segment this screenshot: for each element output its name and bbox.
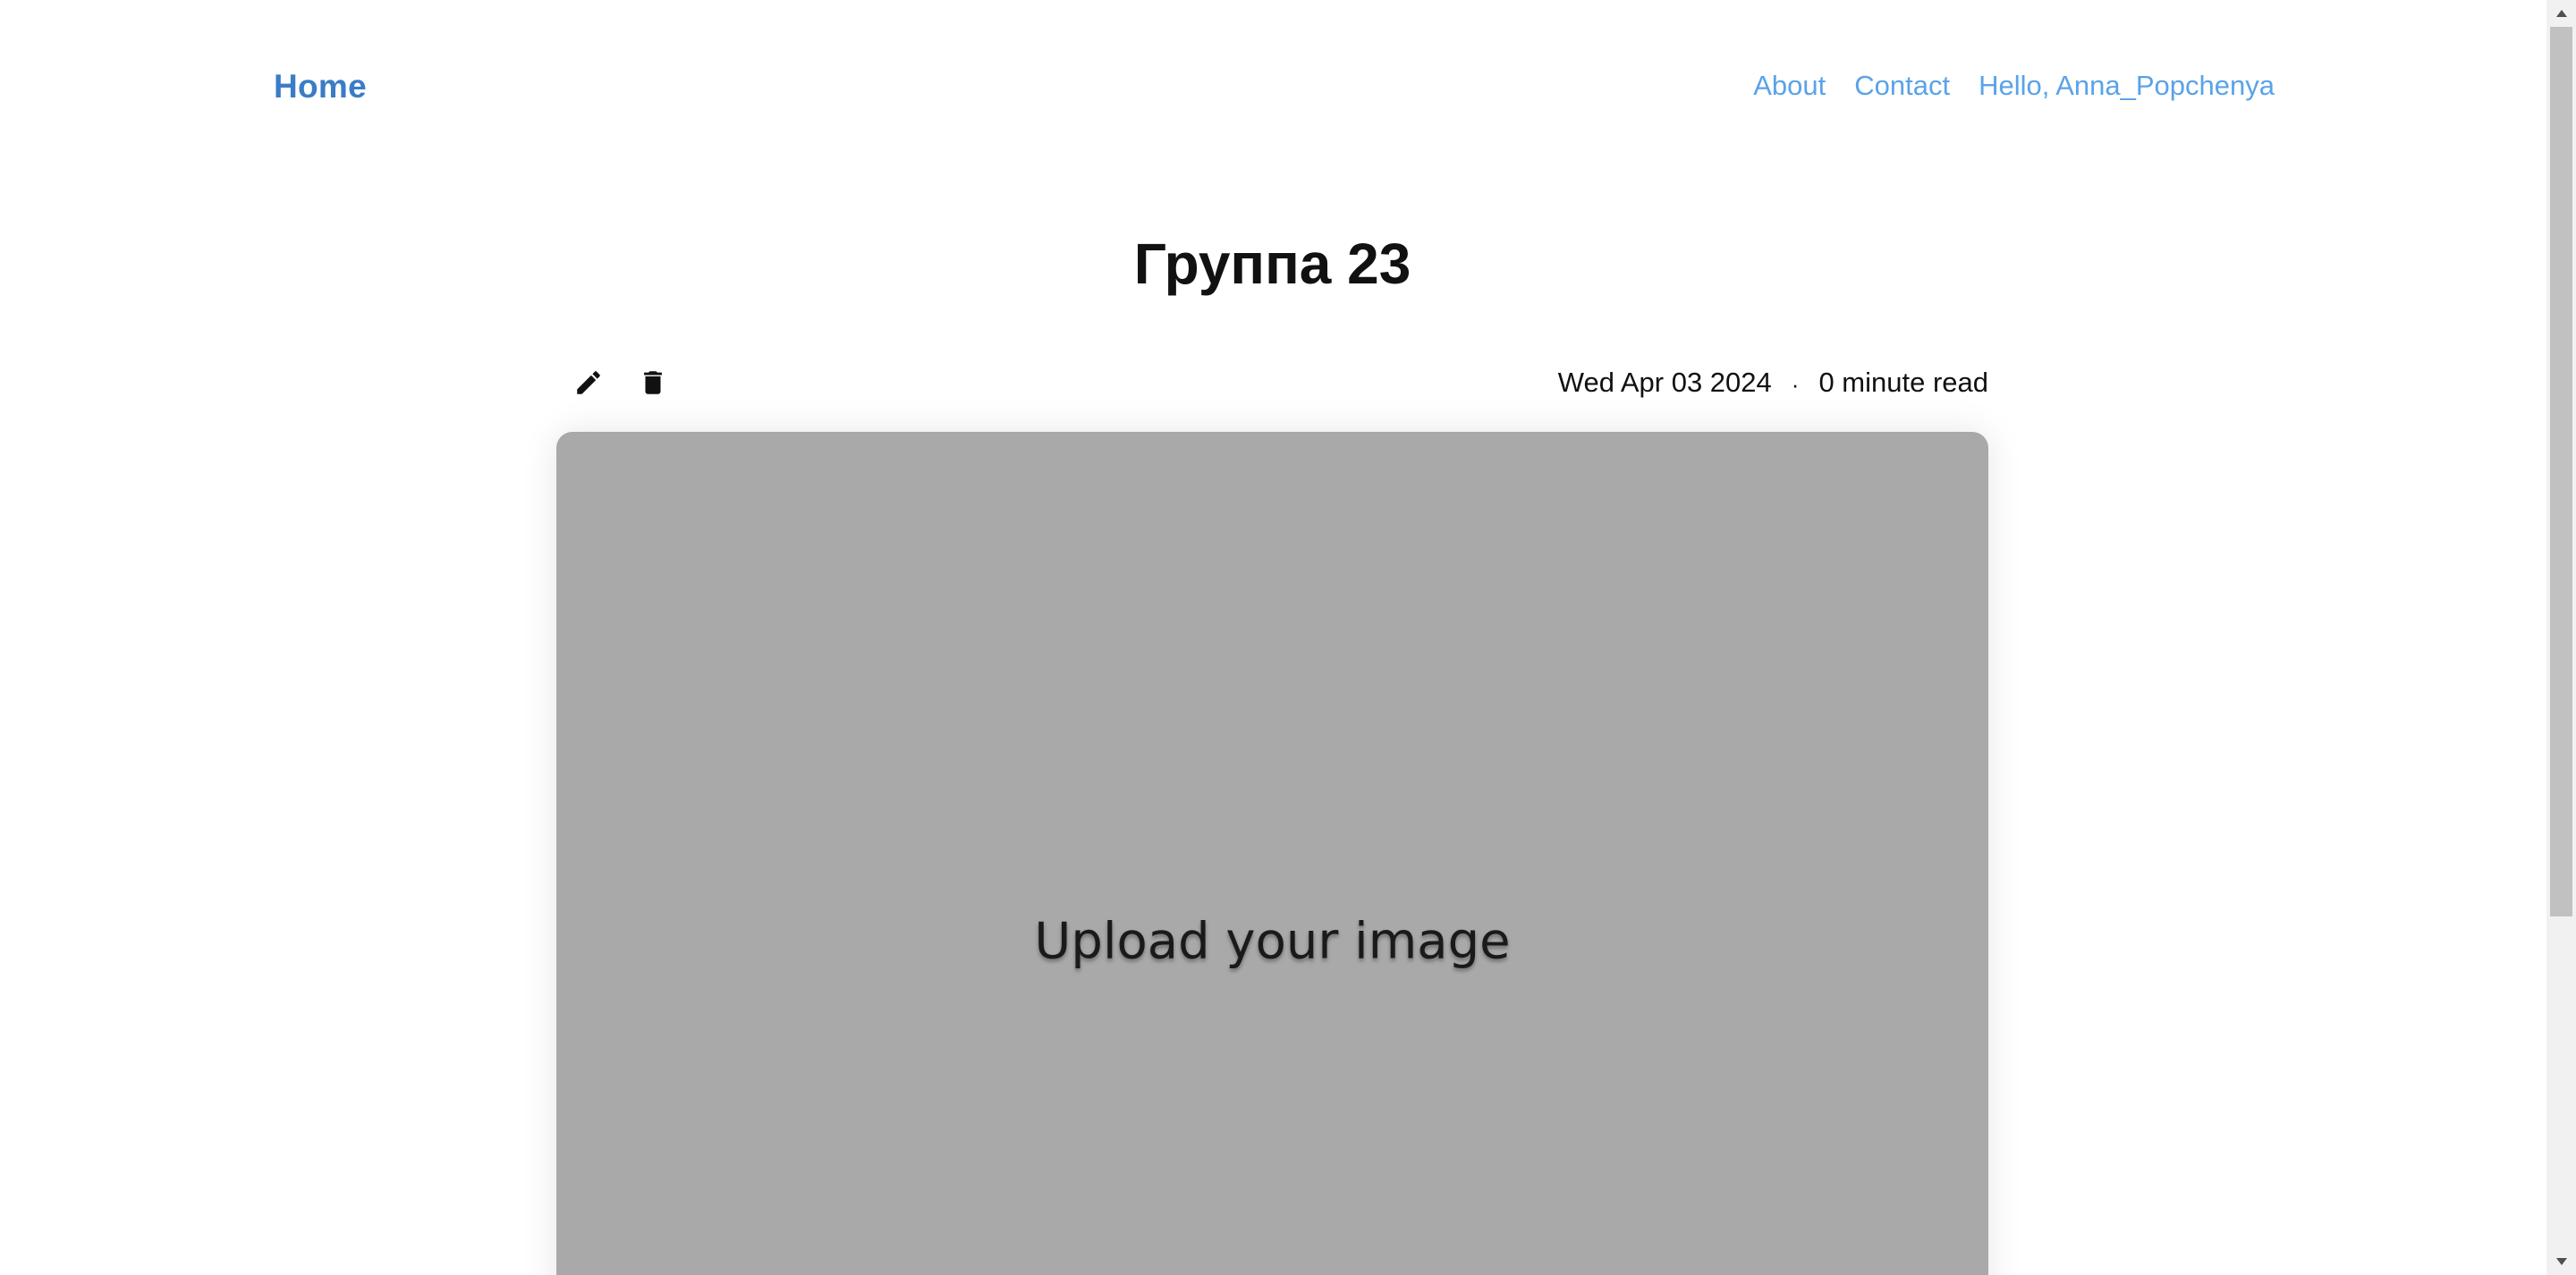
post-meta-row: Wed Apr 03 2024 · 0 minute read bbox=[556, 358, 1988, 404]
edit-button[interactable] bbox=[571, 365, 606, 401]
home-link[interactable]: Home bbox=[274, 68, 367, 106]
upload-image-label: Upload your image bbox=[1034, 912, 1511, 971]
scroll-up-arrow-icon[interactable] bbox=[2546, 0, 2576, 27]
pencil-icon bbox=[577, 371, 600, 394]
vertical-scrollbar[interactable] bbox=[2546, 0, 2576, 1275]
site-header: Home About Contact Hello, Anna_Popchenya bbox=[274, 61, 2275, 114]
user-greeting-link[interactable]: Hello, Anna_Popchenya bbox=[1979, 70, 2275, 102]
delete-button[interactable] bbox=[635, 365, 671, 401]
scroll-down-arrow-icon[interactable] bbox=[2546, 1248, 2576, 1275]
nav-about-link[interactable]: About bbox=[1753, 70, 1826, 102]
top-nav: About Contact Hello, Anna_Popchenya bbox=[1753, 70, 2275, 102]
scrollbar-thumb[interactable] bbox=[2550, 27, 2572, 916]
nav-contact-link[interactable]: Contact bbox=[1854, 70, 1950, 102]
post-date: Wed Apr 03 2024 bbox=[1557, 367, 1772, 398]
meta-separator: · bbox=[1791, 370, 1800, 398]
post-meta-info: Wed Apr 03 2024 · 0 minute read bbox=[1558, 367, 1988, 399]
trash-icon bbox=[644, 371, 662, 394]
read-time: 0 minute read bbox=[1818, 367, 1988, 398]
post-title: Группа 23 bbox=[1133, 232, 1411, 296]
page: Home About Contact Hello, Anna_Popchenya… bbox=[0, 0, 2576, 1275]
image-upload-area[interactable]: Upload your image bbox=[556, 432, 1988, 1275]
